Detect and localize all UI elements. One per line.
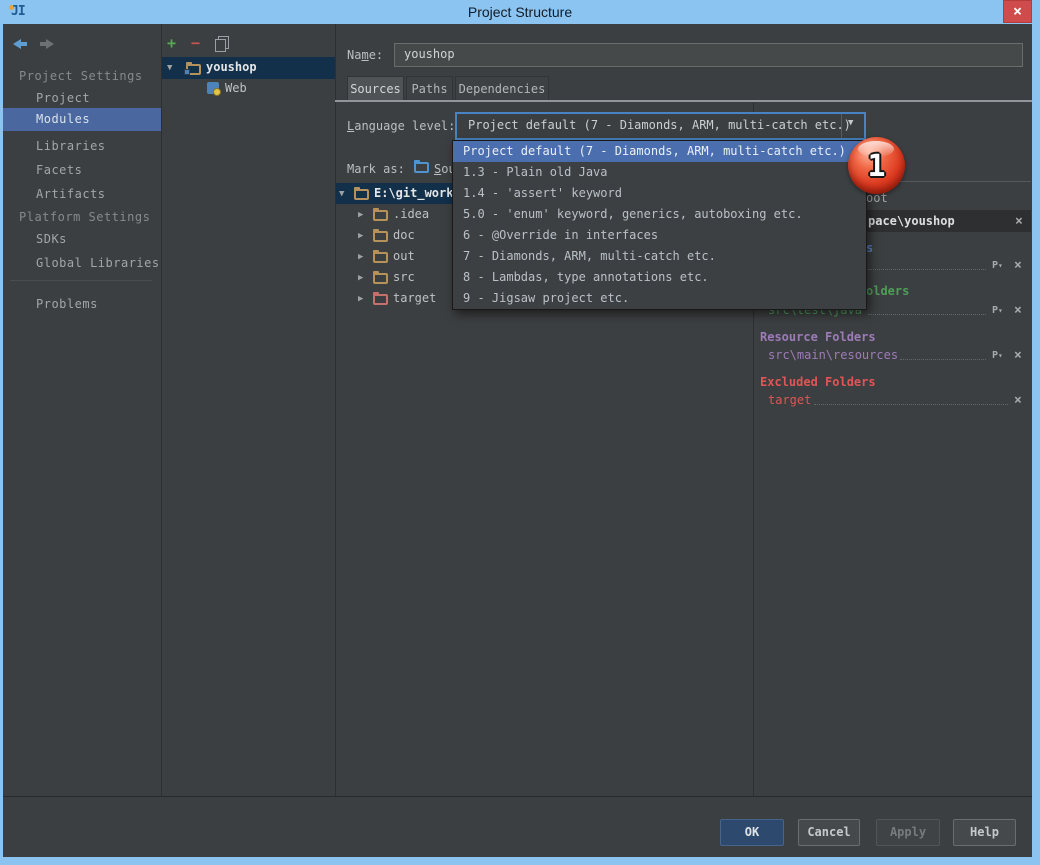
dropdown-option-1-3[interactable]: 1.3 - Plain old Java (453, 162, 866, 183)
tab-paths[interactable]: Paths (406, 76, 453, 102)
dropdown-option-8[interactable]: 8 - Lambdas, type annotations etc. (453, 267, 866, 288)
source-folder-item-row[interactable]: P (868, 258, 1030, 272)
help-button[interactable]: Help (953, 819, 1016, 846)
add-icon[interactable]: + (167, 36, 176, 51)
expand-icon[interactable] (358, 210, 363, 220)
chevron-down-icon[interactable] (841, 114, 864, 138)
language-level-dropdown: Project default (7 - Diamonds, ARM, mult… (452, 140, 867, 310)
name-input[interactable]: youshop (394, 43, 1023, 67)
close-icon[interactable] (1014, 304, 1022, 317)
expand-icon[interactable] (358, 273, 363, 283)
sidebar-separator (161, 24, 162, 796)
resource-folders-header: Resource Folders (760, 330, 876, 344)
sidebar-item-libraries[interactable]: Libraries (36, 139, 106, 153)
language-level-combobox[interactable]: Project default (7 - Diamonds, ARM, mult… (455, 112, 866, 140)
sidebar-item-modules[interactable]: Modules (3, 108, 161, 131)
dropdown-option-1-4[interactable]: 1.4 - 'assert' keyword (453, 183, 866, 204)
expand-icon[interactable] (358, 252, 363, 262)
sidebar-header-platform-settings: Platform Settings (19, 210, 150, 224)
package-prefix-icon[interactable]: P (992, 350, 1003, 361)
name-label: Name: (347, 48, 383, 62)
tab-sources[interactable]: Sources (347, 76, 404, 102)
ok-button[interactable]: OK (720, 819, 784, 846)
cancel-button[interactable]: Cancel (798, 819, 860, 846)
annotation-badge-1: 1 (848, 137, 905, 194)
module-panel-separator (335, 24, 336, 796)
sidebar-item-global-libraries[interactable]: Global Libraries (36, 256, 160, 270)
source-folders-header: s (866, 241, 873, 255)
close-icon[interactable] (1015, 215, 1023, 228)
sidebar-item-artifacts[interactable]: Artifacts (36, 187, 106, 201)
dropdown-option-project-default[interactable]: Project default (7 - Diamonds, ARM, mult… (453, 141, 866, 162)
sidebar-header-project-settings: Project Settings (19, 69, 143, 83)
sidebar-item-project[interactable]: Project (36, 91, 90, 105)
module-tree-row-youshop[interactable]: youshop (162, 57, 335, 79)
tab-underline (335, 100, 1032, 102)
test-source-folders-header: olders (866, 284, 909, 298)
title-bar: JI Project Structure × (0, 0, 1040, 24)
dropdown-option-6[interactable]: 6 - @Override in interfaces (453, 225, 866, 246)
close-icon[interactable] (1014, 394, 1022, 407)
resource-item-row[interactable]: src\main\resources P (768, 348, 1030, 362)
module-badge-icon (184, 69, 190, 75)
close-icon[interactable]: × (1003, 0, 1032, 23)
forward-arrow-icon[interactable] (38, 37, 54, 51)
folder-icon (373, 210, 388, 221)
folder-icon (373, 231, 388, 242)
collapse-icon[interactable] (167, 63, 172, 73)
mark-as-label: Mark as: (347, 162, 405, 176)
tab-dependencies[interactable]: Dependencies (455, 76, 549, 102)
excluded-item-row[interactable]: target (768, 393, 1030, 407)
mark-sources-folder-icon[interactable] (414, 162, 429, 173)
dropdown-option-5-0[interactable]: 5.0 - 'enum' keyword, generics, autoboxi… (453, 204, 866, 225)
expand-icon[interactable] (358, 231, 363, 241)
sidebar-item-facets[interactable]: Facets (36, 163, 82, 177)
sidebar-divider (10, 280, 152, 281)
window-title: Project Structure (0, 4, 1040, 20)
close-icon[interactable] (1014, 259, 1022, 272)
language-level-label: Language level: (347, 119, 455, 133)
dropdown-option-7[interactable]: 7 - Diamonds, ARM, multi-catch etc. (453, 246, 866, 267)
sidebar-item-problems[interactable]: Problems (36, 297, 98, 311)
package-prefix-icon[interactable]: P (992, 305, 1003, 316)
sidebar-item-sdks[interactable]: SDKs (36, 232, 67, 246)
excluded-folders-header: Excluded Folders (760, 375, 876, 389)
copy-icon[interactable] (215, 36, 227, 50)
package-prefix-icon[interactable]: P (992, 260, 1003, 271)
folder-icon (354, 189, 369, 200)
expand-icon[interactable] (358, 294, 363, 304)
dropdown-option-9[interactable]: 9 - Jigsaw project etc. (453, 288, 866, 309)
apply-button[interactable]: Apply (876, 819, 940, 846)
folder-icon (373, 294, 388, 305)
folder-icon (373, 273, 388, 284)
module-tree-row-web[interactable]: Web (162, 79, 335, 99)
footer-separator (3, 796, 1032, 797)
close-icon[interactable] (1014, 349, 1022, 362)
remove-icon[interactable]: − (191, 36, 200, 51)
project-structure-dialog: JI Project Structure × Project Settings … (0, 0, 1040, 865)
folder-icon (373, 252, 388, 263)
collapse-icon[interactable] (339, 189, 344, 199)
web-facet-icon (207, 82, 219, 94)
back-arrow-icon[interactable] (13, 37, 29, 51)
